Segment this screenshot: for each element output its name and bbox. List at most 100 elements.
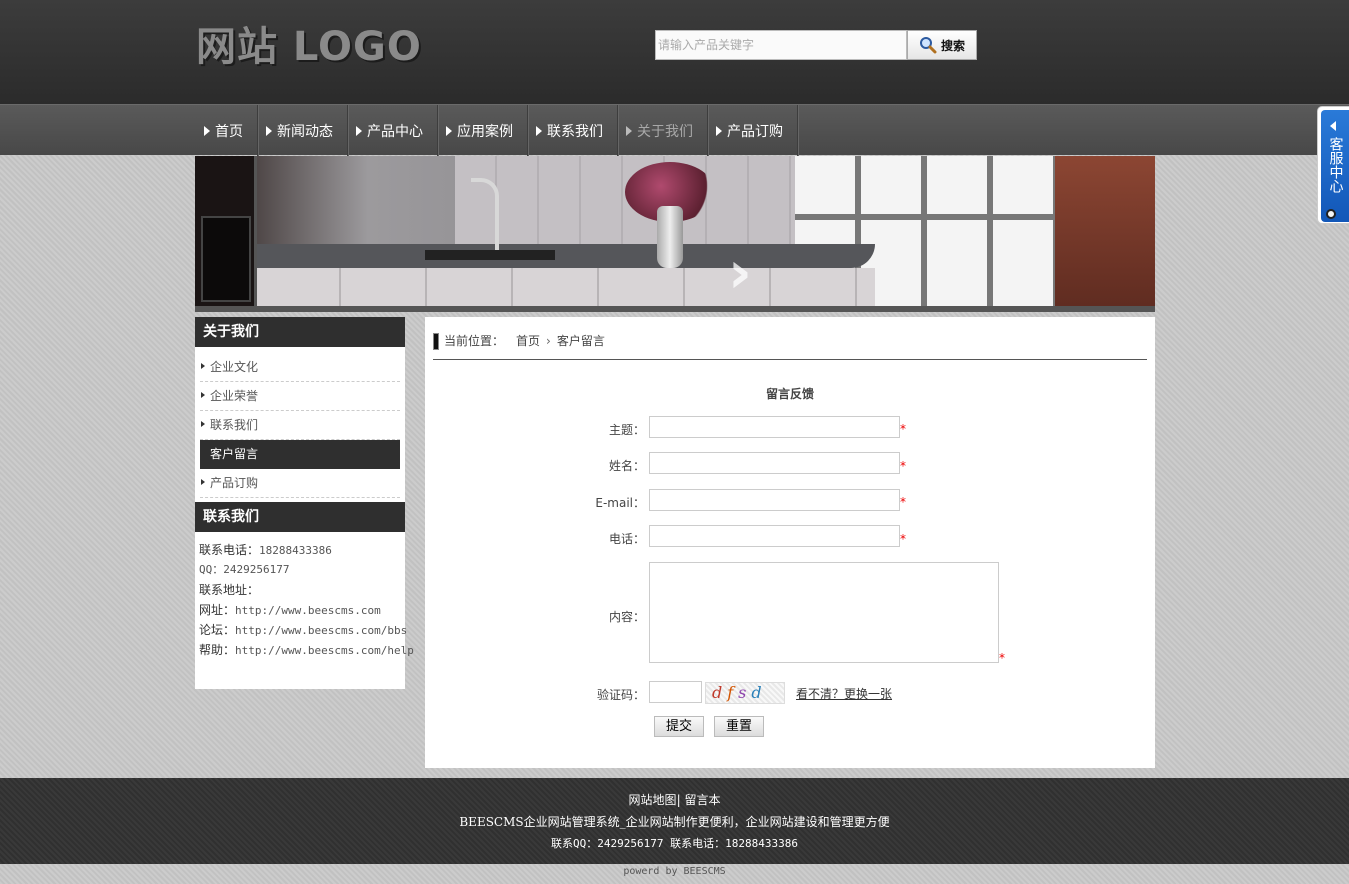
required-mark: *: [900, 495, 906, 509]
reset-button[interactable]: 重置: [714, 716, 764, 737]
qq-label: QQ：: [199, 563, 224, 576]
search-button[interactable]: 搜索: [907, 30, 977, 60]
phone-value: 18288433386: [259, 544, 332, 557]
contact-phone-row: 联系电话：18288433386: [199, 540, 401, 560]
breadcrumb-separator-icon: ›: [546, 334, 551, 348]
sidebar-item-order[interactable]: 产品订购: [200, 469, 400, 498]
customer-service-panel: 客服中心: [1321, 110, 1349, 222]
forum-label: 论坛：: [199, 623, 236, 637]
site-link[interactable]: http://www.beescms.com: [235, 604, 381, 617]
search-input[interactable]: [655, 30, 907, 60]
customer-service-tab[interactable]: 客服中心: [1317, 106, 1349, 224]
triangle-right-icon: [716, 125, 722, 136]
sidebar-item-contact[interactable]: 联系我们: [200, 411, 400, 440]
phone-field[interactable]: [649, 525, 900, 547]
nav-item-home[interactable]: 首页: [196, 105, 258, 156]
main-content: 当前位置： 首页 › 客户留言 留言反馈 主题： * 姓名： * E-mail：…: [425, 317, 1155, 768]
breadcrumb: 当前位置： 首页 › 客户留言: [433, 331, 1147, 360]
email-field[interactable]: [649, 489, 900, 511]
customer-service-label: 客服中心: [1327, 137, 1344, 193]
phone-label: 联系电话：: [199, 543, 260, 557]
footer-contact: 联系QQ：2429256177 联系电话：18288433386: [551, 837, 798, 850]
subject-field[interactable]: [649, 416, 900, 438]
captcha-field[interactable]: [649, 681, 702, 703]
banner-counter: [255, 244, 875, 268]
footer-links: 网站地图| 留言本: [0, 791, 1349, 808]
sitemap-link[interactable]: 网站地图: [629, 793, 677, 807]
about-title: 关于我们: [195, 317, 405, 347]
banner-vase: [657, 206, 683, 268]
location-icon: [433, 333, 439, 350]
help-link[interactable]: http://www.beescms.com/help: [235, 644, 414, 657]
required-mark: *: [900, 422, 906, 436]
nav-label: 联系我们: [547, 123, 603, 140]
magnifier-icon: [919, 36, 937, 54]
nav-item-news[interactable]: 新闻动态: [258, 105, 348, 156]
triangle-right-icon: [626, 125, 632, 136]
banner-image: ›: [195, 156, 1155, 312]
banner-bottom-strip: [195, 306, 1155, 312]
sidebar: 关于我们 企业文化 企业荣誉 联系我们 客户留言 产品订购 联系我们 联系电话：…: [195, 317, 414, 689]
contact-site-row: 网址：http://www.beescms.com: [199, 600, 401, 620]
site-label: 网址：: [199, 603, 236, 617]
site-logo[interactable]: 网站 LOGO: [196, 22, 422, 72]
arrow-left-icon: [1330, 121, 1336, 131]
banner-faucet: [471, 178, 499, 250]
about-menu: 企业文化 企业荣誉 联系我们 客户留言 产品订购: [195, 347, 405, 502]
nav-label: 新闻动态: [277, 123, 333, 140]
triangle-right-icon: [356, 125, 362, 136]
contact-info: 联系电话：18288433386 QQ：2429256177 联系地址： 网址：…: [195, 532, 414, 689]
banner-oven: [195, 156, 257, 312]
name-label: 姓名：: [608, 459, 645, 473]
search-button-label: 搜索: [940, 38, 965, 53]
banner-window-bar: [795, 214, 1055, 220]
captcha-image[interactable]: dfsd: [705, 682, 785, 704]
required-mark: *: [900, 459, 906, 473]
banner-wall-right: [1055, 156, 1155, 312]
forum-link[interactable]: http://www.beescms.com/bbs: [235, 624, 407, 637]
contact-address-row: 联系地址：: [199, 580, 401, 600]
content-textarea[interactable]: [649, 562, 999, 663]
nav-item-products[interactable]: 产品中心: [348, 105, 438, 156]
sidebar-item-culture[interactable]: 企业文化: [200, 353, 400, 382]
nav-label: 首页: [215, 123, 243, 140]
banner-sink: [425, 250, 555, 260]
nav-item-contact[interactable]: 联系我们: [528, 105, 618, 156]
captcha-label: 验证码：: [596, 688, 645, 702]
nav-label: 产品中心: [367, 123, 423, 140]
nav-label: 应用案例: [457, 123, 513, 140]
triangle-right-icon: [446, 125, 452, 136]
sidebar-item-honors[interactable]: 企业荣誉: [200, 382, 400, 411]
main-nav: 首页 新闻动态 产品中心 应用案例 联系我们 关于我们 产品订购: [0, 104, 1349, 156]
breadcrumb-prefix: 当前位置：: [444, 334, 505, 348]
banner-next-arrow-icon[interactable]: ›: [728, 242, 752, 302]
required-mark: *: [900, 532, 906, 546]
nav-item-about[interactable]: 关于我们: [618, 105, 708, 156]
required-mark: *: [999, 651, 1005, 665]
triangle-right-icon: [204, 125, 210, 136]
header: 网站 LOGO 搜索: [0, 0, 1349, 104]
nav-item-order[interactable]: 产品订购: [708, 105, 798, 156]
contact-help-row: 帮助：http://www.beescms.com/help: [199, 640, 414, 660]
footer: 网站地图| 留言本 BEESCMS企业网站管理系统_企业网站制作更便利，企业网站…: [0, 778, 1349, 864]
triangle-right-icon: [536, 125, 542, 136]
refresh-captcha-link[interactable]: 看不清？更换一张: [796, 685, 892, 702]
sidebar-item-guestbook[interactable]: 客户留言: [200, 440, 400, 469]
content-label: 内容：: [608, 610, 645, 624]
guestbook-link[interactable]: 留言本: [684, 793, 720, 807]
nav-label: 产品订购: [727, 123, 783, 140]
triangle-right-icon: [266, 125, 272, 136]
qq-value: 2429256177: [223, 563, 290, 576]
email-label: E-mail：: [595, 496, 645, 510]
address-label: 联系地址：: [199, 583, 260, 597]
breadcrumb-home[interactable]: 首页: [516, 331, 540, 351]
contact-forum-row: 论坛：http://www.beescms.com/bbs: [199, 620, 407, 640]
powered-by: powerd by BEESCMS: [623, 866, 726, 877]
nav-label: 关于我们: [637, 123, 693, 140]
nav-item-cases[interactable]: 应用案例: [438, 105, 528, 156]
subject-label: 主题：: [608, 423, 645, 437]
submit-button[interactable]: 提交: [654, 716, 704, 737]
breadcrumb-current: 客户留言: [556, 334, 605, 348]
footer-tagline: BEESCMS企业网站管理系统_企业网站制作更便利，企业网站建设和管理更方便: [459, 815, 890, 829]
name-field[interactable]: [649, 452, 900, 474]
